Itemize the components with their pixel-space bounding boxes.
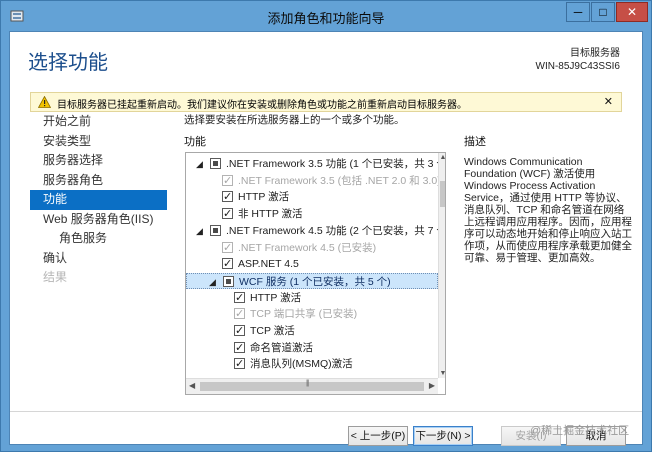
feature-row[interactable]: .NET Framework 3.5 (包括 .NET 2.0 和 3.0) (…	[186, 173, 445, 189]
feature-checkbox[interactable]	[222, 189, 233, 205]
nav-item-server-selection[interactable]: 服务器选择	[30, 151, 170, 171]
wizard-nav: 开始之前 安装类型 服务器选择 服务器角色 功能 Web 服务器角色(IIS) …	[30, 112, 170, 288]
scroll-grip-icon: |||	[306, 380, 310, 387]
nav-item-role-services[interactable]: 角色服务	[30, 229, 170, 249]
minimize-button[interactable]: ─	[566, 2, 590, 22]
wizard-window: 添加角色和功能向导 ─ □ ✕ 选择功能 目标服务器 WIN-85J9C43SS…	[0, 0, 652, 452]
feature-row[interactable]: 消息队列(MSMQ)激活	[186, 356, 438, 372]
horizontal-scroll-thumb[interactable]	[200, 382, 424, 391]
feature-row[interactable]: TCP 激活	[186, 323, 438, 339]
feature-row[interactable]: ◢ .NET Framework 4.5 功能 (2 个已安装，共 7 个)	[186, 223, 445, 239]
feature-row[interactable]: HTTP 激活	[186, 189, 438, 205]
feature-label: 消息队列(MSMQ)激活	[250, 358, 353, 371]
previous-button[interactable]: < 上一步(P)	[348, 426, 408, 446]
target-server-name: WIN-85J9C43SSI6	[535, 61, 620, 72]
feature-checkbox[interactable]	[210, 158, 221, 169]
feature-checkbox[interactable]	[234, 323, 245, 339]
pending-restart-warning: 目标服务器已挂起重新启动。我们建议你在安装或删除角色或功能之前重新启动目标服务器…	[30, 92, 622, 112]
feature-label: TCP 激活	[250, 325, 295, 337]
feature-label: .NET Framework 3.5 (包括 .NET 2.0 和 3.0) (…	[238, 174, 446, 187]
window-title: 添加角色和功能向导	[267, 11, 385, 26]
instruction-text: 选择要安装在所选服务器上的一个或多个功能。	[184, 114, 405, 126]
feature-row[interactable]: ASP.NET 4.5	[186, 256, 438, 272]
feature-label: TCP 端口共享 (已安装)	[250, 308, 358, 321]
features-heading: 功能	[184, 136, 206, 148]
scroll-down-arrow-icon[interactable]: ▼	[439, 369, 445, 378]
next-button[interactable]: 下一步(N) >	[413, 426, 473, 446]
footer-divider	[10, 411, 642, 412]
collapse-arrow-icon[interactable]: ◢	[196, 160, 204, 169]
nav-item-installation-type[interactable]: 安装类型	[30, 132, 170, 152]
target-server-label: 目标服务器	[570, 48, 620, 59]
feature-checkbox	[222, 240, 233, 256]
scroll-right-arrow-icon[interactable]: ▶	[429, 381, 435, 390]
nav-item-web-server-role[interactable]: Web 服务器角色(IIS)	[30, 210, 170, 230]
title-bar[interactable]: 添加角色和功能向导 ─ □ ✕	[1, 1, 651, 31]
nav-item-server-roles[interactable]: 服务器角色	[30, 171, 170, 191]
feature-row[interactable]: 命名管道激活	[186, 340, 438, 356]
feature-checkbox[interactable]	[234, 290, 245, 306]
feature-label: ASP.NET 4.5	[238, 258, 299, 271]
feature-row[interactable]: ◢ WCF 服务 (1 个已安装，共 5 个)	[186, 272, 438, 289]
scroll-left-arrow-icon[interactable]: ◀	[189, 381, 195, 390]
feature-row[interactable]: TCP 端口共享 (已安装)	[186, 306, 438, 322]
target-server-info: 目标服务器 WIN-85J9C43SSI6	[536, 47, 620, 73]
feature-description: Windows Communication Foundation (WCF) 激…	[464, 156, 632, 264]
feature-row[interactable]: HTTP 激活	[186, 290, 438, 306]
feature-checkbox[interactable]	[234, 340, 245, 356]
nav-item-results: 结果	[43, 270, 68, 284]
description-heading: 描述	[464, 136, 486, 148]
feature-label: 命名管道激活	[250, 341, 313, 354]
feature-checkbox[interactable]	[210, 224, 221, 236]
feature-label: .NET Framework 4.5 功能 (2 个已安装，共 7 个)	[226, 224, 446, 237]
warning-icon	[38, 96, 51, 108]
feature-row[interactable]: .NET Framework 4.5 (已安装)	[186, 240, 438, 256]
feature-checkbox[interactable]	[222, 256, 233, 272]
feature-label: WCF 服务 (1 个已安装，共 5 个)	[239, 275, 391, 288]
feature-checkbox	[222, 173, 233, 189]
feature-row[interactable]: ◢ .NET Framework 3.5 功能 (1 个已安装，共 3 个)	[186, 156, 445, 172]
collapse-arrow-icon[interactable]: ◢	[209, 277, 217, 286]
feature-row[interactable]: 非 HTTP 激活	[186, 206, 438, 222]
warning-close-button[interactable]: ✕	[604, 95, 613, 108]
features-tree[interactable]: 消息队列(MSMQ)激活命名管道激活 TCP 激活 TCP 端口共享 (已安装) HT…	[185, 152, 446, 395]
maximize-button[interactable]: □	[591, 2, 615, 22]
nav-item-confirmation[interactable]: 确认	[30, 249, 170, 269]
tree-horizontal-scrollbar[interactable]: ◀ ||| ▶	[186, 378, 438, 394]
vertical-scroll-thumb[interactable]	[440, 181, 445, 207]
feature-label: HTTP 激活	[238, 191, 290, 204]
close-window-button[interactable]: ✕	[616, 2, 648, 22]
feature-label: .NET Framework 4.5 (已安装)	[238, 241, 377, 254]
nav-item-features[interactable]: 功能	[30, 190, 167, 210]
watermark-text: @稀土掘金技术社区	[530, 425, 630, 437]
feature-checkbox[interactable]	[234, 356, 245, 372]
wizard-client-area: 选择功能 目标服务器 WIN-85J9C43SSI6 目标服务器已挂起重新启动。…	[9, 31, 643, 446]
scroll-up-arrow-icon[interactable]: ▲	[439, 153, 445, 162]
page-title: 选择功能	[28, 52, 108, 74]
collapse-arrow-icon[interactable]: ◢	[196, 226, 204, 235]
feature-label: 非 HTTP 激活	[238, 208, 303, 221]
feature-checkbox[interactable]	[223, 275, 234, 287]
warning-text: 目标服务器已挂起重新启动。我们建议你在安装或删除角色或功能之前重新启动目标服务器…	[57, 100, 467, 111]
feature-label: .NET Framework 3.5 功能 (1 个已安装，共 3 个)	[226, 158, 446, 170]
tree-vertical-scrollbar[interactable]: ▲ ▼	[438, 153, 445, 378]
feature-checkbox	[234, 306, 245, 322]
nav-item-before-you-begin[interactable]: 开始之前	[30, 112, 170, 132]
feature-checkbox[interactable]	[222, 206, 233, 222]
feature-label: HTTP 激活	[250, 291, 302, 304]
